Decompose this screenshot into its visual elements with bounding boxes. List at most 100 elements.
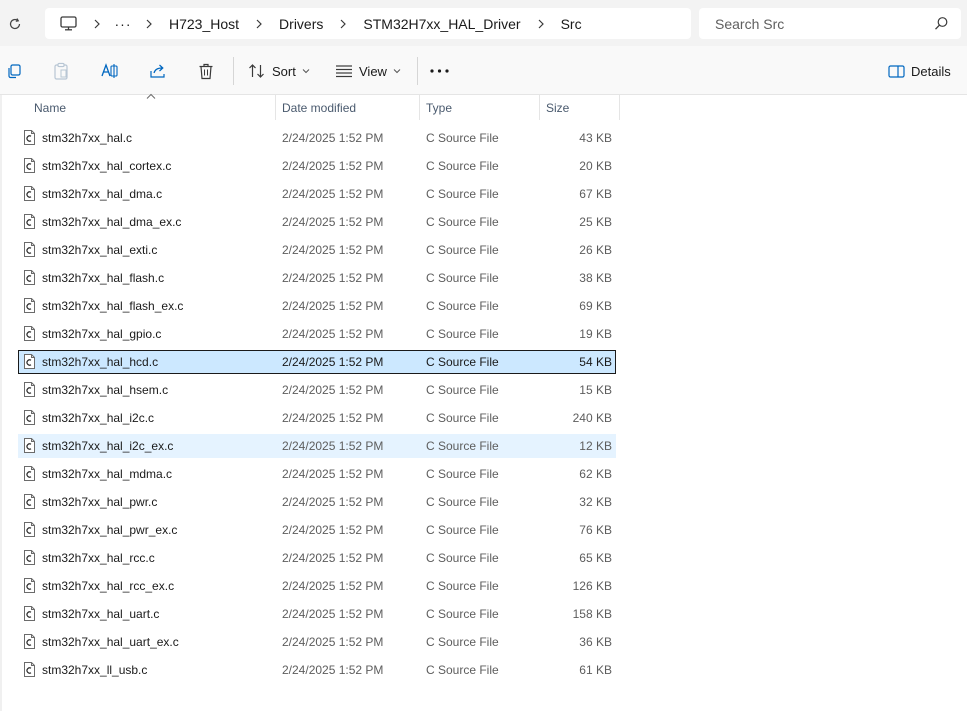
file-type: C Source File [426,579,499,593]
chevron-right-icon[interactable] [135,19,163,29]
file-row[interactable]: stm32h7xx_hal_i2c.c 2/24/2025 1:52 PM C So… [18,406,616,430]
view-button[interactable]: View [335,58,401,84]
address-bar-row: ··· H723_Host Drivers STM32H7xx_HAL_Driv… [0,0,967,46]
delete-button[interactable] [196,61,216,81]
file-date-modified: 2/24/2025 1:52 PM [282,243,384,257]
column-separator[interactable] [275,95,276,120]
file-row[interactable]: stm32h7xx_hal_dma_ex.c 2/24/2025 1:52 PM C… [18,210,616,234]
file-type: C Source File [426,383,499,397]
chevron-right-icon[interactable] [329,19,357,29]
chevron-right-icon[interactable] [83,19,111,29]
column-header-date[interactable]: Date modified [282,95,356,120]
file-row[interactable]: stm32h7xx_hal_rcc.c 2/24/2025 1:52 PM C So… [18,546,616,570]
file-name: stm32h7xx_hal_flash_ex.c [42,299,184,313]
sort-button[interactable]: Sort [248,58,310,84]
file-row[interactable]: stm32h7xx_hal_gpio.c 2/24/2025 1:52 PM C S… [18,322,616,346]
file-type: C Source File [426,663,499,677]
file-size: 38 KB [579,271,612,285]
file-size: 158 KB [572,607,612,621]
file-row[interactable]: stm32h7xx_hal_hcd.c 2/24/2025 1:52 PM C So… [18,350,616,374]
file-name: stm32h7xx_hal_dma.c [42,187,163,201]
column-header-type[interactable]: Type [426,95,452,120]
breadcrumb[interactable]: ··· H723_Host Drivers STM32H7xx_HAL_Driv… [45,8,691,39]
refresh-button[interactable] [4,13,26,35]
this-pc-button[interactable] [53,9,83,39]
copy-button[interactable] [4,61,24,81]
file-row[interactable]: stm32h7xx_hal_uart_ex.c 2/24/2025 1:52 PM… [18,630,616,654]
share-button[interactable] [148,61,168,81]
column-separator[interactable] [619,95,620,120]
c-source-file-icon [24,382,35,397]
file-row[interactable]: stm32h7xx_hal_dma.c 2/24/2025 1:52 PM C So… [18,182,616,206]
more-options-button[interactable] [430,58,449,84]
column-header-name[interactable]: Name [34,95,66,120]
file-date-modified: 2/24/2025 1:52 PM [282,411,384,425]
file-name: stm32h7xx_ll_usb.c [42,663,148,677]
file-type: C Source File [426,243,499,257]
chevron-down-icon [393,69,401,74]
file-date-modified: 2/24/2025 1:52 PM [282,607,384,621]
file-name: stm32h7xx_hal_rcc.c [42,551,155,565]
file-row[interactable]: stm32h7xx_hal.c 2/24/2025 1:52 PM C Source… [18,126,616,150]
file-type: C Source File [426,467,499,481]
file-type: C Source File [426,607,499,621]
file-row[interactable]: stm32h7xx_hal_pwr_ex.c 2/24/2025 1:52 PM C… [18,518,616,542]
file-row[interactable]: stm32h7xx_ll_usb.c 2/24/2025 1:52 PM C Sou… [18,658,616,682]
file-row[interactable]: stm32h7xx_hal_uart.c 2/24/2025 1:52 PM C S… [18,602,616,626]
file-name: stm32h7xx_hal_hsem.c [42,383,169,397]
file-type: C Source File [426,355,499,369]
c-source-file-icon [24,578,35,593]
file-size: 65 KB [579,551,612,565]
breadcrumb-item-h723-host[interactable]: H723_Host [163,16,245,32]
file-size: 43 KB [579,131,612,145]
search-box[interactable] [699,8,961,39]
column-separator[interactable] [539,95,540,120]
column-header-size[interactable]: Size [546,95,569,120]
paste-button[interactable] [51,61,71,81]
c-source-file-icon [24,298,35,313]
file-type: C Source File [426,495,499,509]
chevron-right-icon[interactable] [245,19,273,29]
file-type: C Source File [426,411,499,425]
file-row[interactable]: stm32h7xx_hal_i2c_ex.c 2/24/2025 1:52 PM C… [18,434,616,458]
file-row[interactable]: stm32h7xx_hal_pwr.c 2/24/2025 1:52 PM C So… [18,490,616,514]
file-row[interactable]: stm32h7xx_hal_cortex.c 2/24/2025 1:52 PM C… [18,154,616,178]
file-size: 15 KB [579,383,612,397]
c-source-file-icon [24,326,35,341]
file-size: 69 KB [579,299,612,313]
chevron-right-icon[interactable] [527,19,555,29]
file-size: 26 KB [579,243,612,257]
file-row[interactable]: stm32h7xx_hal_exti.c 2/24/2025 1:52 PM C S… [18,238,616,262]
breadcrumb-item-drivers[interactable]: Drivers [273,16,329,32]
file-row[interactable]: stm32h7xx_hal_hsem.c 2/24/2025 1:52 PM C S… [18,378,616,402]
breadcrumb-item-hal-driver[interactable]: STM32H7xx_HAL_Driver [357,16,526,32]
file-type: C Source File [426,187,499,201]
sort-ascending-icon [146,93,156,99]
c-source-file-icon [24,130,35,145]
more-locations-button[interactable]: ··· [111,16,135,32]
file-date-modified: 2/24/2025 1:52 PM [282,551,384,565]
rename-button[interactable] [100,61,120,81]
file-row[interactable]: stm32h7xx_hal_rcc_ex.c 2/24/2025 1:52 PM C… [18,574,616,598]
c-source-file-icon [24,410,35,425]
file-row[interactable]: stm32h7xx_hal_mdma.c 2/24/2025 1:52 PM C S… [18,462,616,486]
toolbar-divider [417,57,418,85]
search-icon[interactable] [934,16,949,31]
refresh-icon [9,18,21,30]
c-source-file-icon [24,214,35,229]
file-size: 12 KB [579,439,612,453]
details-pane-button[interactable]: Details [888,58,951,84]
command-bar: Sort View Details [0,46,967,95]
search-input[interactable] [713,14,923,33]
file-row[interactable]: stm32h7xx_hal_flash.c 2/24/2025 1:52 PM C … [18,266,616,290]
breadcrumb-item-src[interactable]: Src [555,16,588,32]
trash-icon [199,63,213,79]
file-type: C Source File [426,299,499,313]
file-date-modified: 2/24/2025 1:52 PM [282,579,384,593]
file-date-modified: 2/24/2025 1:52 PM [282,383,384,397]
paste-icon [54,62,68,80]
file-row[interactable]: stm32h7xx_hal_flash_ex.c 2/24/2025 1:52 P… [18,294,616,318]
file-date-modified: 2/24/2025 1:52 PM [282,215,384,229]
column-separator[interactable] [419,95,420,120]
file-size: 20 KB [579,159,612,173]
